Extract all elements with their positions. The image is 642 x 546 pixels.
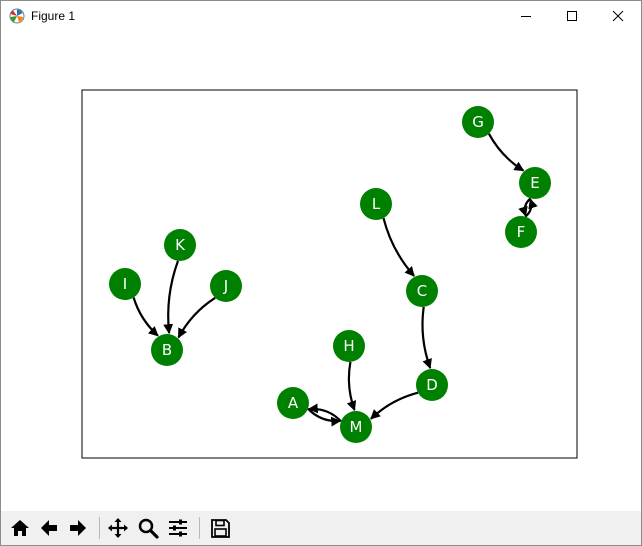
node-label: C xyxy=(417,282,427,300)
node-i: I xyxy=(109,268,141,300)
figure-window: Figure 1 G E F L C K I J B H D A M xyxy=(0,0,642,546)
window-title: Figure 1 xyxy=(31,9,76,23)
home-icon xyxy=(11,520,29,536)
maximize-icon xyxy=(567,11,577,21)
node-e: E xyxy=(519,167,551,199)
toolbar-separator xyxy=(99,517,100,539)
forward-button[interactable] xyxy=(65,515,91,541)
configure-subplots-button[interactable] xyxy=(165,515,191,541)
node-b: B xyxy=(151,334,183,366)
node-label: F xyxy=(517,223,526,241)
node-label: L xyxy=(372,195,381,213)
node-label: H xyxy=(343,337,354,355)
node-label: G xyxy=(472,113,484,131)
save-button[interactable] xyxy=(207,515,233,541)
navigation-toolbar xyxy=(1,511,641,545)
toolbar-separator xyxy=(199,517,200,539)
node-label: M xyxy=(350,418,363,436)
maximize-button[interactable] xyxy=(549,1,595,31)
node-c: C xyxy=(406,275,438,307)
node-label: E xyxy=(530,174,539,192)
node-label: J xyxy=(223,277,228,295)
graph-plot: G E F L C K I J B H D A M xyxy=(81,89,578,459)
pan-button[interactable] xyxy=(105,515,131,541)
zoom-icon xyxy=(138,518,159,539)
node-label: I xyxy=(123,275,127,293)
node-h: H xyxy=(333,330,365,362)
node-g: G xyxy=(462,106,494,138)
title-bar[interactable]: Figure 1 xyxy=(1,1,641,31)
forward-icon xyxy=(70,520,86,536)
node-f: F xyxy=(505,216,537,248)
zoom-button[interactable] xyxy=(135,515,161,541)
node-l: L xyxy=(360,188,392,220)
node-label: A xyxy=(288,394,299,412)
back-button[interactable] xyxy=(36,515,62,541)
save-icon xyxy=(211,519,230,538)
minimize-icon xyxy=(521,16,531,17)
figure-canvas[interactable]: G E F L C K I J B H D A M xyxy=(1,31,641,511)
node-label: D xyxy=(426,376,438,394)
back-icon xyxy=(41,520,57,536)
node-m: M xyxy=(340,411,372,443)
node-k: K xyxy=(164,229,196,261)
node-label: B xyxy=(162,341,172,359)
home-button[interactable] xyxy=(7,515,33,541)
matplotlib-logo-icon xyxy=(9,8,25,24)
minimize-button[interactable] xyxy=(503,1,549,31)
node-label: K xyxy=(175,236,186,254)
axes-frame xyxy=(81,89,578,459)
node-j: J xyxy=(210,270,242,302)
node-a: A xyxy=(277,387,309,419)
close-button[interactable] xyxy=(595,1,641,31)
close-icon xyxy=(612,10,624,22)
configure-subplots-icon xyxy=(169,519,187,537)
node-d: D xyxy=(416,369,448,401)
pan-icon xyxy=(108,518,128,538)
